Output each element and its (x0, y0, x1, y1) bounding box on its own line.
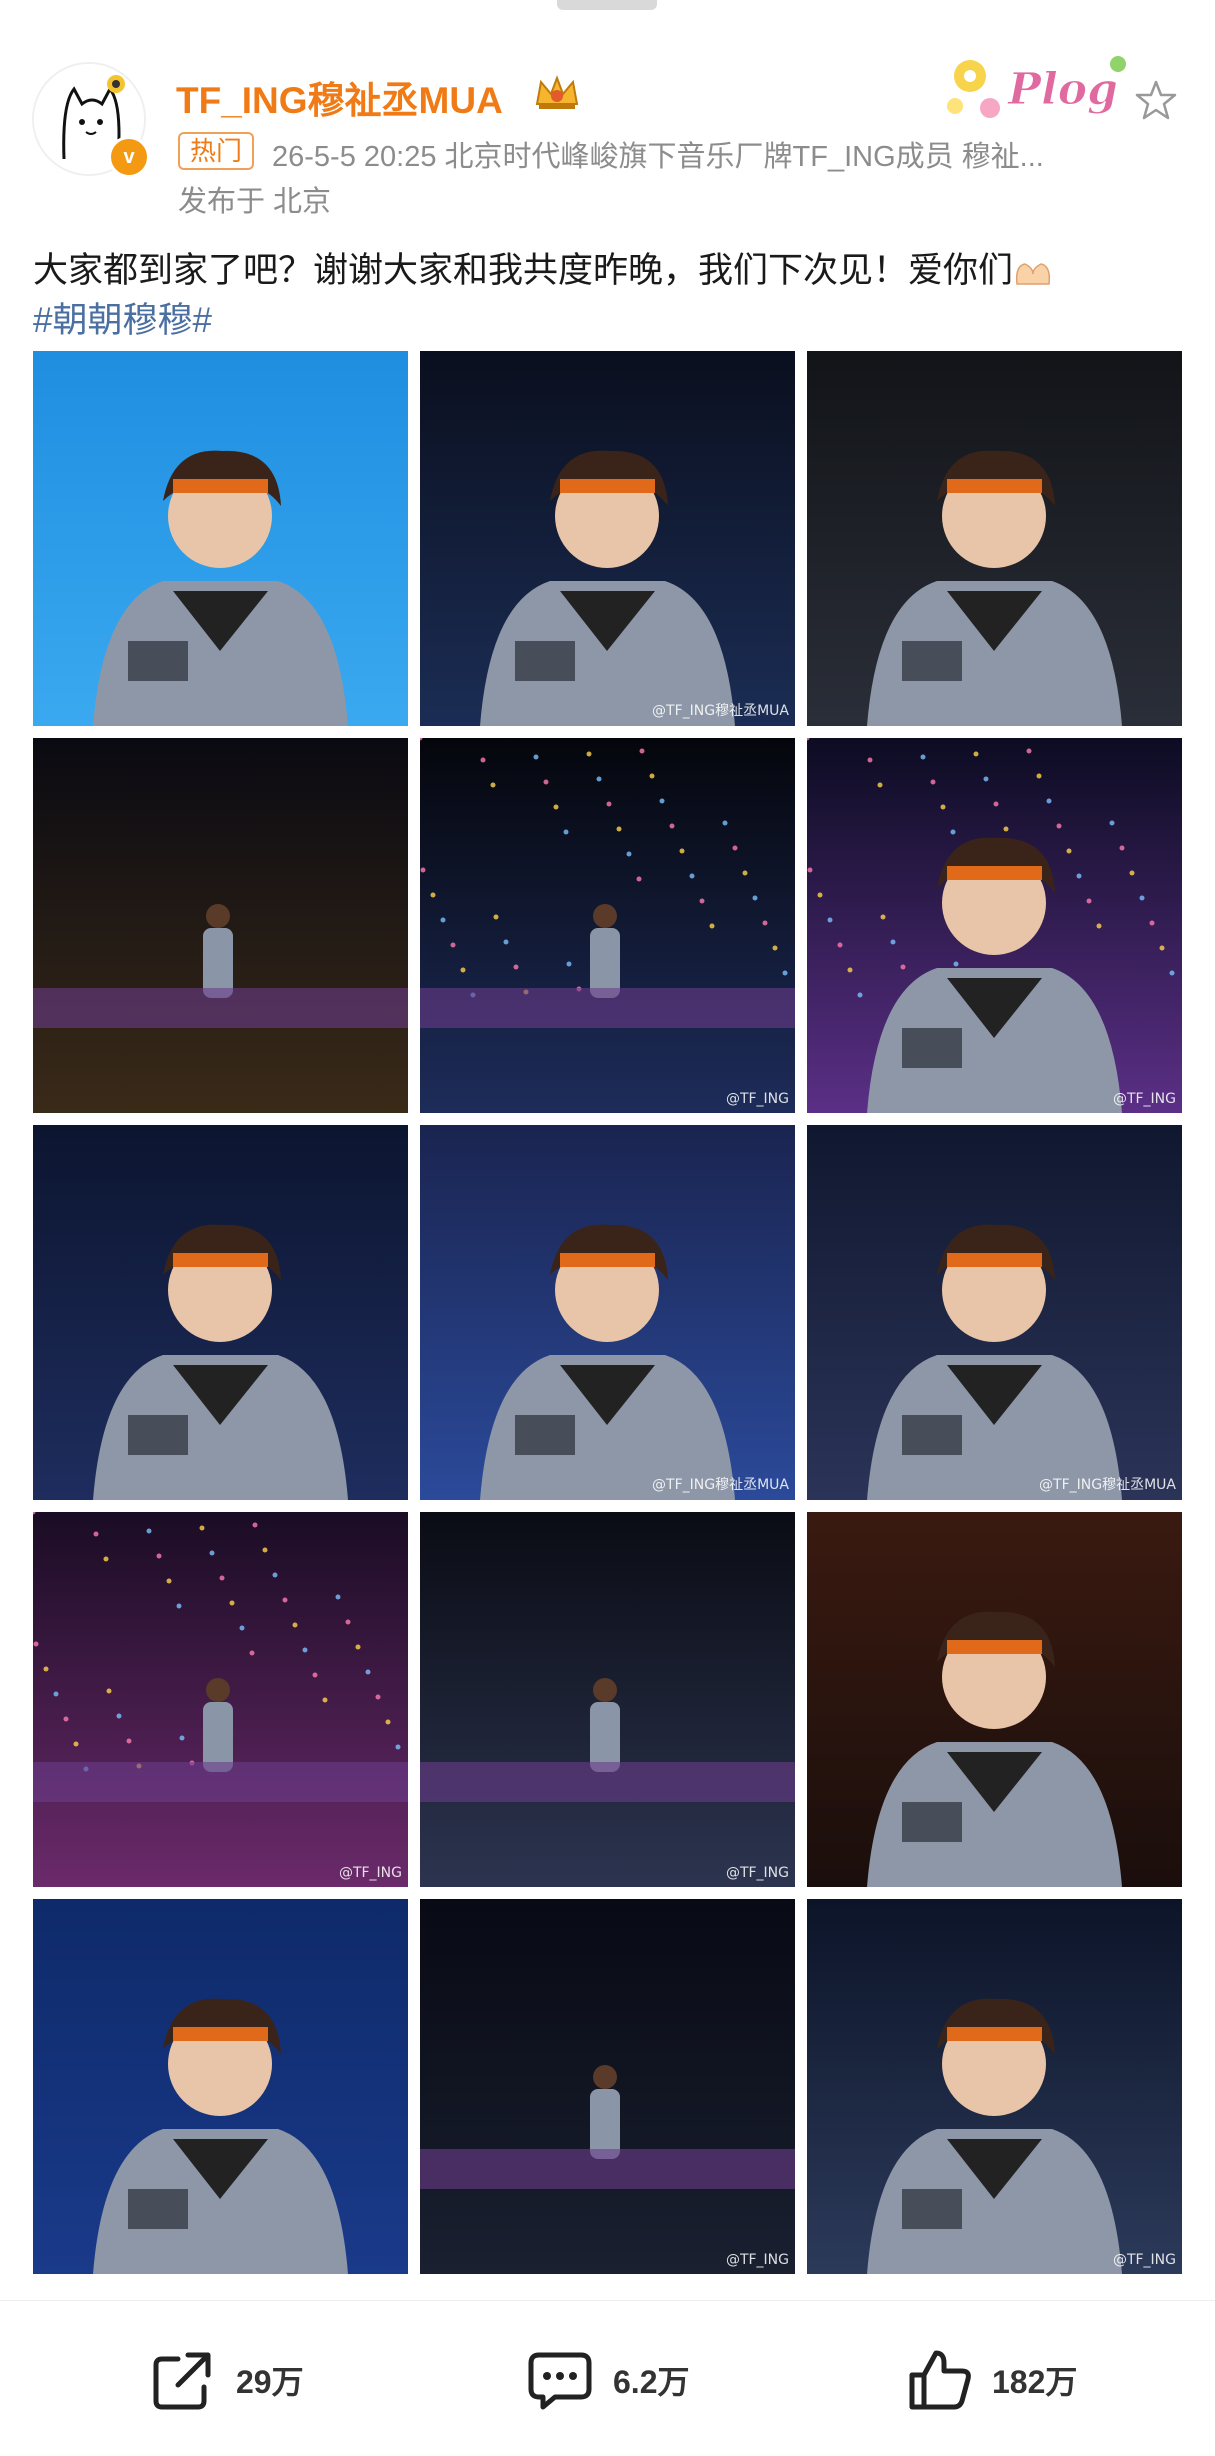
grid-photo[interactable]: @TF_ING (33, 1512, 408, 1887)
grid-photo[interactable] (807, 1512, 1182, 1887)
username[interactable]: TF_ING穆祉丞MUA (176, 70, 503, 124)
action-bar: 29万 6.2万 182万 (0, 2300, 1215, 2456)
photo-image (33, 1899, 408, 2274)
photo-watermark: @TF_ING (725, 1091, 789, 1107)
grid-photo[interactable] (33, 1899, 408, 2274)
plog-badge-icon: Plog (947, 56, 1126, 118)
thumbs-up-icon (909, 2350, 971, 2410)
share-arrow-icon (153, 2352, 211, 2410)
photo-watermark: @TF_ING穆祉丞MUA (1039, 1477, 1176, 1493)
grid-photo[interactable]: @TF_ING穆祉丞MUA (807, 1125, 1182, 1500)
photo-watermark: @TF_ING (725, 2252, 789, 2268)
grid-photo[interactable]: @TF_ING (420, 738, 795, 1113)
photo-image (33, 1125, 408, 1500)
comment-bubble-icon (528, 2352, 592, 2410)
photo-watermark: @TF_ING (725, 1865, 789, 1881)
photo-image (420, 1125, 795, 1500)
photo-watermark: @TF_ING (338, 1865, 402, 1881)
photo-image (807, 351, 1182, 726)
photo-image (33, 351, 408, 726)
repost-button[interactable]: 29万 (148, 2345, 304, 2415)
svg-text:Plog: Plog (1006, 64, 1118, 115)
sheet-drag-handle[interactable] (557, 0, 657, 10)
grid-photo[interactable]: @TF_ING (420, 1899, 795, 2274)
photo-image (420, 351, 795, 726)
photo-image (420, 1899, 795, 2274)
photo-watermark: @TF_ING (1112, 1091, 1176, 1107)
photo-watermark: @TF_ING (1112, 2252, 1176, 2268)
grid-photo[interactable] (33, 738, 408, 1113)
hot-tag: 热门 (178, 132, 255, 170)
comment-button[interactable]: 6.2万 (525, 2345, 690, 2415)
post-text: 大家都到家了吧？谢谢大家和我共度昨晚，我们下次见！爱你们 #朝朝穆穆# (33, 246, 1183, 346)
crown-icon (535, 75, 579, 109)
photo-grid: @TF_ING穆祉丞MUA @TF_ING @TF_ING @TF_ING穆祉丞… (33, 351, 1183, 2308)
photo-image (420, 1512, 795, 1887)
like-count: 182万 (992, 2364, 1078, 2400)
photo-image (807, 1512, 1182, 1887)
post-meta: 26-5-5 20:25 北京时代峰峻旗下音乐厂牌TF_ING成员 穆祉... (272, 141, 1044, 173)
photo-image (807, 738, 1182, 1113)
grid-photo[interactable]: @TF_ING穆祉丞MUA (420, 351, 795, 726)
like-button[interactable]: 182万 (904, 2345, 1077, 2415)
photo-watermark: @TF_ING穆祉丞MUA (652, 703, 789, 719)
photo-image (807, 1899, 1182, 2274)
post-body: 大家都到家了吧？谢谢大家和我共度昨晚，我们下次见！爱你们 (33, 251, 1014, 290)
photo-watermark: @TF_ING穆祉丞MUA (652, 1477, 789, 1493)
star-icon[interactable] (1134, 78, 1178, 122)
grid-photo[interactable]: @TF_ING (807, 1899, 1182, 2274)
grid-photo[interactable]: @TF_ING (807, 738, 1182, 1113)
repost-count: 29万 (236, 2364, 304, 2400)
photo-image (420, 738, 795, 1113)
photo-image (33, 1512, 408, 1887)
photo-image (807, 1125, 1182, 1500)
post-location: 发布于 北京 (178, 186, 332, 218)
photo-image (33, 738, 408, 1113)
hashtag-link[interactable]: #朝朝穆穆# (33, 301, 212, 340)
grid-photo[interactable]: @TF_ING (420, 1512, 795, 1887)
grid-photo[interactable] (807, 351, 1182, 726)
heart-hands-icon (1015, 262, 1051, 285)
comment-count: 6.2万 (613, 2364, 690, 2400)
grid-photo[interactable]: @TF_ING穆祉丞MUA (420, 1125, 795, 1500)
grid-photo[interactable] (33, 351, 408, 726)
verified-badge-icon: v (108, 136, 150, 178)
grid-photo[interactable] (33, 1125, 408, 1500)
